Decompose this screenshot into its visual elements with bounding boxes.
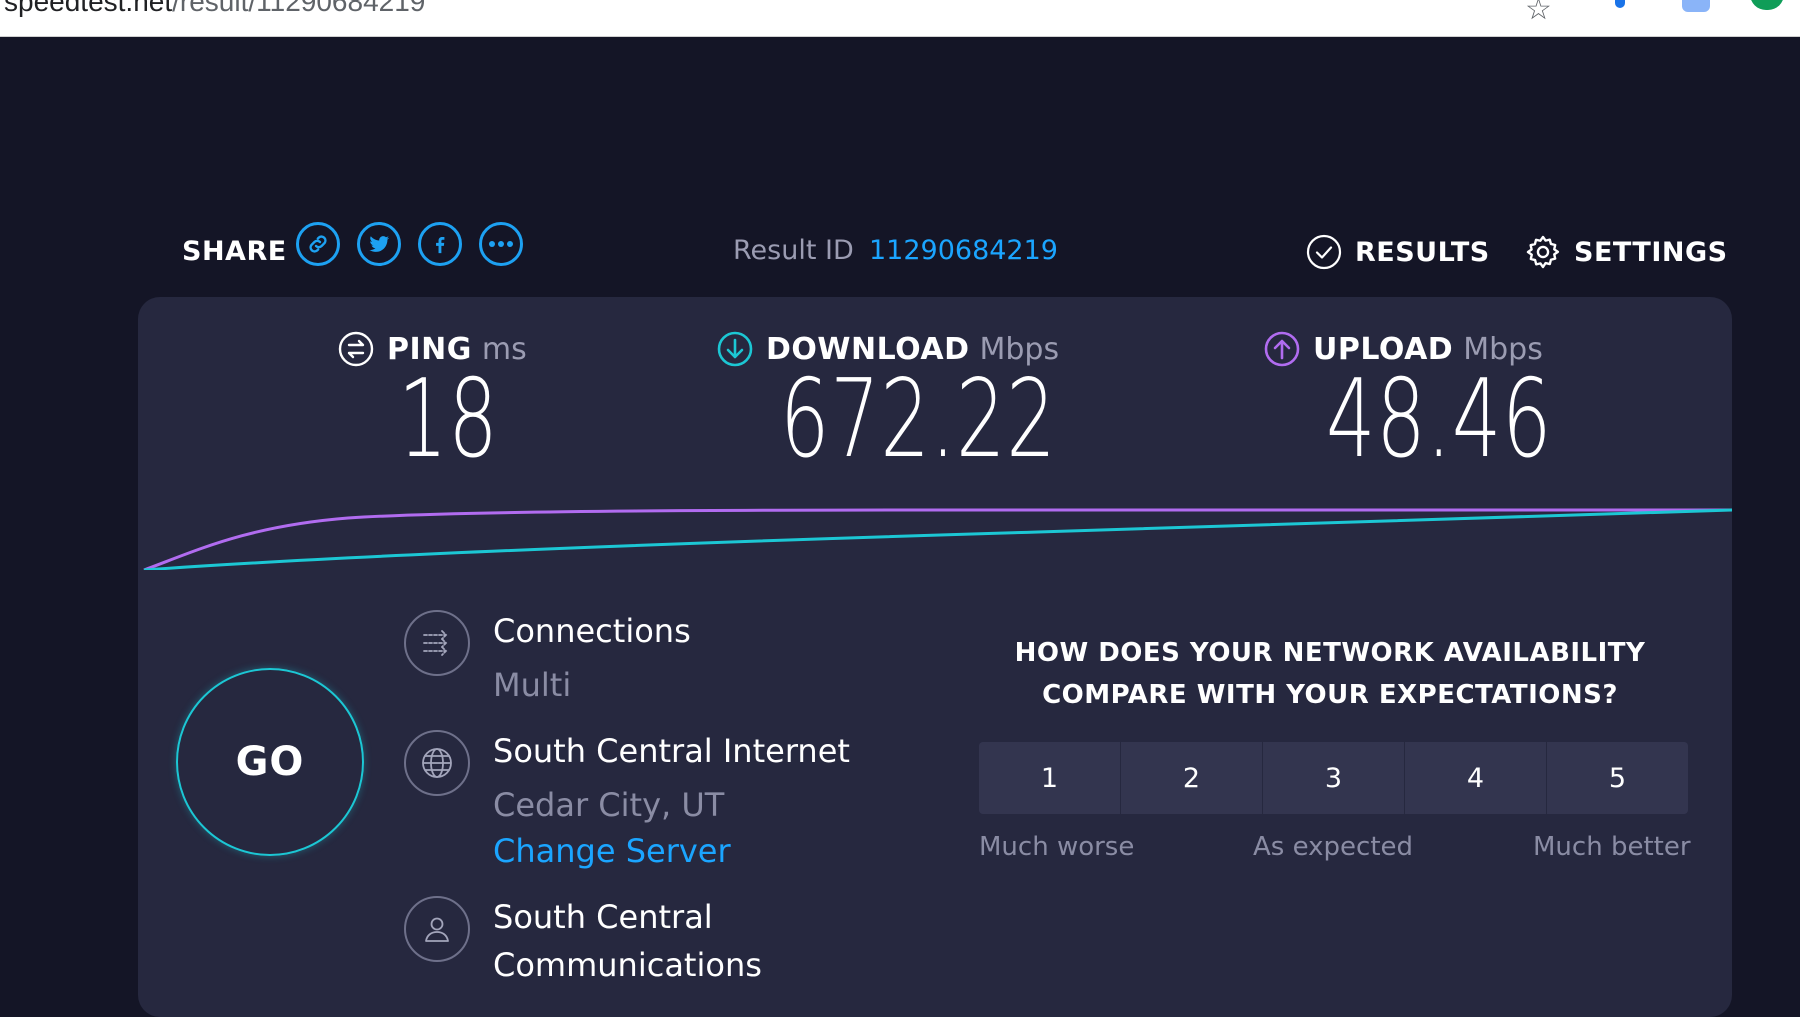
- upload-value: 48.46: [1326, 357, 1553, 482]
- server-location: Cedar City, UT: [493, 786, 725, 824]
- rating-scale: 1 2 3 4 5: [979, 742, 1688, 814]
- change-server-link[interactable]: Change Server: [493, 832, 731, 870]
- connections-icon: [404, 610, 470, 676]
- speed-graph: [143, 508, 1732, 570]
- provider-name-line2: Communications: [493, 946, 762, 984]
- browser-url-bar[interactable]: speedtest.net/result/11290684219 ☆: [0, 0, 1800, 37]
- rating-button-3[interactable]: 3: [1263, 742, 1404, 814]
- gear-icon: [1526, 235, 1560, 269]
- globe-icon: [404, 730, 470, 796]
- survey-question: HOW DOES YOUR NETWORK AVAILABILITY COMPA…: [980, 632, 1680, 716]
- url-text[interactable]: speedtest.net/result/11290684219: [4, 0, 425, 18]
- password-key-icon[interactable]: [1615, 0, 1625, 8]
- rating-button-5[interactable]: 5: [1547, 742, 1688, 814]
- download-value: 672.22: [780, 357, 1057, 482]
- ping-value: 18: [398, 357, 499, 482]
- extension-icon[interactable]: [1682, 0, 1710, 12]
- server-name: South Central Internet: [493, 732, 850, 770]
- upload-arrow-icon: [1264, 331, 1300, 367]
- grammarly-extension-icon[interactable]: [1750, 0, 1784, 10]
- rating-button-1[interactable]: 1: [979, 742, 1120, 814]
- download-arrow-icon: [717, 331, 753, 367]
- rating-button-2[interactable]: 2: [1121, 742, 1262, 814]
- download-curve: [143, 508, 1732, 570]
- go-button[interactable]: GO: [176, 668, 364, 856]
- survey-question-line2: COMPARE WITH YOUR EXPECTATIONS?: [1042, 680, 1618, 710]
- scale-high-label: Much better: [1533, 832, 1691, 862]
- twitter-icon[interactable]: [357, 222, 401, 266]
- bookmark-star-icon[interactable]: ☆: [1525, 0, 1552, 27]
- more-icon[interactable]: [479, 222, 523, 266]
- scale-mid-label: As expected: [1253, 832, 1414, 862]
- scale-low-label: Much worse: [979, 832, 1135, 862]
- settings-label: SETTINGS: [1574, 236, 1728, 268]
- provider-name-line1: South Central: [493, 898, 713, 936]
- result-id-label: Result ID: [733, 235, 854, 266]
- survey-question-line1: HOW DOES YOUR NETWORK AVAILABILITY: [1014, 638, 1646, 668]
- result-id-link[interactable]: 11290684219: [869, 235, 1058, 266]
- rating-button-4[interactable]: 4: [1405, 742, 1546, 814]
- share-label: SHARE: [182, 236, 287, 267]
- settings-button[interactable]: SETTINGS: [1524, 232, 1728, 272]
- user-icon: [404, 896, 470, 962]
- connections-value: Multi: [493, 666, 572, 704]
- results-button[interactable]: RESULTS: [1305, 232, 1490, 272]
- facebook-icon[interactable]: [418, 222, 462, 266]
- ping-icon: [338, 331, 374, 367]
- link-icon[interactable]: [296, 222, 340, 266]
- go-label: GO: [235, 739, 305, 785]
- results-label: RESULTS: [1355, 236, 1490, 268]
- check-circle-icon: [1306, 234, 1342, 270]
- connections-title: Connections: [493, 612, 691, 650]
